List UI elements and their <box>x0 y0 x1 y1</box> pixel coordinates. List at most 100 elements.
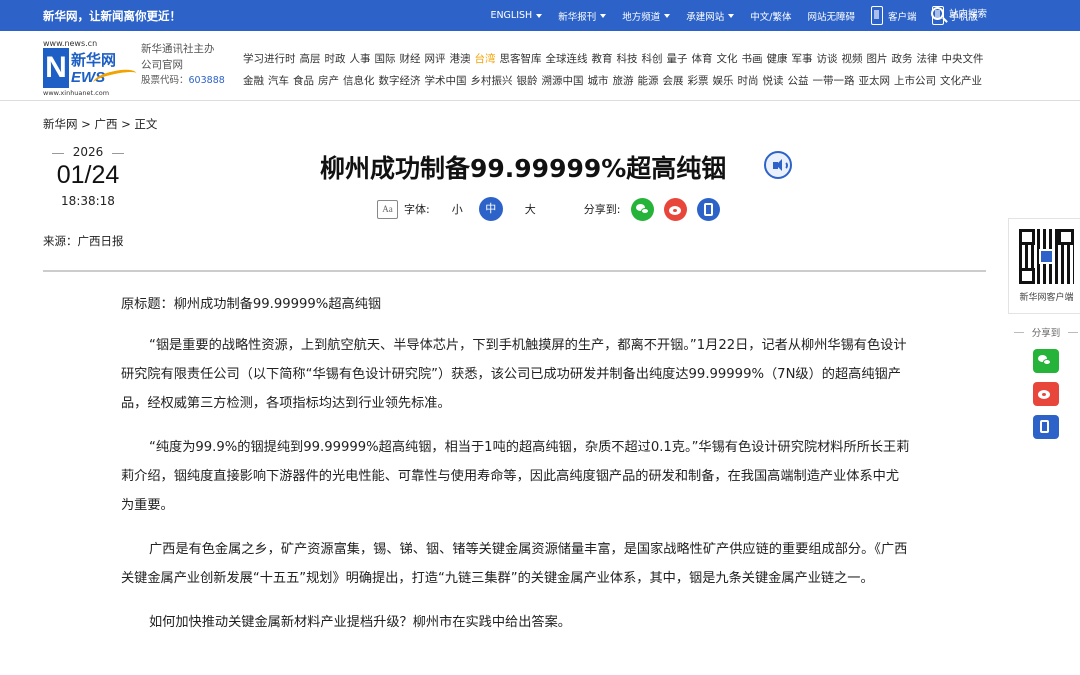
channel-link[interactable]: 亚太网 <box>859 75 891 87</box>
weibo-icon <box>1038 390 1050 399</box>
channel-link[interactable]: 公益 <box>788 75 809 87</box>
channel-link[interactable]: 科技 <box>617 53 638 65</box>
nav-client-app[interactable]: 客户端 <box>863 6 925 25</box>
article-title: 柳州成功制备99.99999%超高纯铟 <box>320 154 727 183</box>
channel-link[interactable]: 法律 <box>917 53 938 65</box>
logo-url-secondary: www.xinhuanet.com <box>43 89 110 97</box>
channel-link[interactable]: 学习进行时 <box>243 53 296 65</box>
channel-link[interactable]: 全球连线 <box>546 53 588 65</box>
channel-link[interactable]: 财经 <box>400 53 421 65</box>
company-line-1: 新华通讯社主办 <box>141 43 215 55</box>
stock-info: 股票代码：603888 <box>141 73 225 89</box>
font-size-small-button[interactable]: 小 <box>452 201 463 217</box>
breadcrumb[interactable]: 新华网 > 广西 > 正文 <box>43 116 157 132</box>
channel-link[interactable]: 彩票 <box>688 75 709 87</box>
company-line-2: 公司官网 <box>141 59 183 71</box>
channel-link[interactable]: 军事 <box>792 53 813 65</box>
channel-link[interactable]: 文化产业 <box>940 75 982 87</box>
channel-link[interactable]: 科创 <box>642 53 663 65</box>
top-bar: 新华网，让新闻离你更近！ ENGLISH 新华报刊 地方频道 承建网站 中文/繁… <box>0 0 1080 31</box>
client-qr-box[interactable]: 新华网客户端 <box>1008 218 1080 314</box>
nav-local-channels[interactable]: 地方频道 <box>614 9 678 23</box>
channel-link[interactable]: 书画 <box>742 53 763 65</box>
channel-link[interactable]: 高层 <box>300 53 321 65</box>
nav-newspapers[interactable]: 新华报刊 <box>550 9 614 23</box>
publish-date: 2026 01/24 18:38:18 <box>43 145 133 208</box>
nav-language-toggle[interactable]: 中文/繁体 <box>742 9 799 23</box>
article-paragraph: 如何加快推动关键金属新材料产业提档升级？柳州市在实践中给出答案。 <box>149 615 571 630</box>
qr-code-icon <box>1019 229 1074 284</box>
wechat-icon-bubble <box>1043 359 1051 365</box>
site-search-button[interactable]: 站内搜索 <box>931 6 987 20</box>
channel-link[interactable]: 一带一路 <box>813 75 855 87</box>
channel-link[interactable]: 能源 <box>638 75 659 87</box>
channel-link[interactable]: 人事 <box>350 53 371 65</box>
channel-link[interactable]: 国际 <box>375 53 396 65</box>
channel-link[interactable]: 乡村振兴 <box>471 75 513 87</box>
nav-english[interactable]: ENGLISH <box>482 10 550 21</box>
channel-link[interactable]: 图片 <box>867 53 888 65</box>
font-size-medium-button[interactable]: 中 <box>478 197 503 221</box>
channel-link[interactable]: 教育 <box>592 53 613 65</box>
channel-link[interactable]: 会展 <box>663 75 684 87</box>
speaker-icon <box>773 159 782 171</box>
channel-link[interactable]: 数字经济 <box>379 75 421 87</box>
channel-link[interactable]: 信息化 <box>343 75 375 87</box>
chevron-down-icon <box>728 13 735 18</box>
channel-link[interactable]: 上市公司 <box>894 75 936 87</box>
qr-label: 新华网客户端 <box>1019 293 1074 303</box>
channel-link[interactable]: 量子 <box>667 53 688 65</box>
share-weibo-button[interactable] <box>664 197 688 221</box>
channel-link[interactable]: 城市 <box>588 75 609 87</box>
channel-link[interactable]: 银龄 <box>517 75 538 87</box>
mobile-phone-icon <box>1040 420 1049 433</box>
nav-accessibility[interactable]: 网站无障碍 <box>799 9 863 23</box>
side-share-weibo-button[interactable] <box>1033 382 1059 406</box>
channel-link[interactable]: 旅游 <box>613 75 634 87</box>
nav-language-label: 中文/繁体 <box>750 11 792 23</box>
channel-link[interactable]: 溯源中国 <box>542 75 584 87</box>
chevron-down-icon <box>664 13 671 18</box>
share-mobile-button[interactable] <box>697 197 721 221</box>
share-wechat-button[interactable] <box>631 197 655 221</box>
channel-link[interactable]: 娱乐 <box>713 75 734 87</box>
wechat-icon-bubble <box>641 207 650 214</box>
channel-link[interactable]: 政务 <box>892 53 913 65</box>
article-paragraph: “纯度为99.9%的铟提纯到99.99999%超高纯铟，相当于1吨的超高纯铟，杂… <box>121 440 910 513</box>
channel-link[interactable]: 健康 <box>767 53 788 65</box>
nav-accessibility-label: 网站无障碍 <box>807 11 855 23</box>
channel-link[interactable]: 网评 <box>425 53 446 65</box>
font-size-icon: Aa <box>377 199 398 219</box>
channel-link[interactable]: 台湾 <box>475 53 496 65</box>
font-size-large-button[interactable]: 大 <box>525 201 536 217</box>
article-body: 原标题：柳州成功制备99.99999%超高纯铟 “铟是重要的战略性资源，上到航空… <box>121 290 911 652</box>
channel-link[interactable]: 港澳 <box>450 53 471 65</box>
listen-audio-button[interactable] <box>764 151 792 179</box>
nav-built-sites[interactable]: 承建网站 <box>678 9 742 23</box>
channel-link[interactable]: 时尚 <box>738 75 759 87</box>
site-header: www.news.cn N 新华网 EWS www.xinhuanet.com … <box>0 31 1080 101</box>
channel-link[interactable]: 时政 <box>325 53 346 65</box>
channel-link[interactable]: 中央文件 <box>942 53 984 65</box>
floating-side-panel: 新华网客户端 分享到 <box>1008 218 1080 439</box>
channel-link[interactable]: 体育 <box>692 53 713 65</box>
chevron-down-icon <box>536 13 543 18</box>
channel-link[interactable]: 食品 <box>293 75 314 87</box>
channel-link[interactable]: 汽车 <box>268 75 289 87</box>
channel-link[interactable]: 视频 <box>842 53 863 65</box>
nav-client-label: 客户端 <box>887 11 917 23</box>
side-share-mobile-button[interactable] <box>1033 415 1059 439</box>
channel-link[interactable]: 思客智库 <box>500 53 542 65</box>
channel-link[interactable]: 访谈 <box>817 53 838 65</box>
top-nav: ENGLISH 新华报刊 地方频道 承建网站 中文/繁体 网站无障碍 客户端 手… <box>482 0 986 31</box>
channel-link[interactable]: 文化 <box>717 53 738 65</box>
channel-link[interactable]: 学术中国 <box>425 75 467 87</box>
channel-link[interactable]: 悦读 <box>763 75 784 87</box>
channel-link[interactable]: 金融 <box>243 75 264 87</box>
xinhua-logo[interactable]: www.news.cn N 新华网 EWS www.xinhuanet.com <box>43 39 138 97</box>
title-divider <box>43 270 986 272</box>
logo-url: www.news.cn <box>43 39 98 48</box>
stock-code[interactable]: 603888 <box>189 75 225 86</box>
channel-link[interactable]: 房产 <box>318 75 339 87</box>
side-share-wechat-button[interactable] <box>1033 349 1059 373</box>
